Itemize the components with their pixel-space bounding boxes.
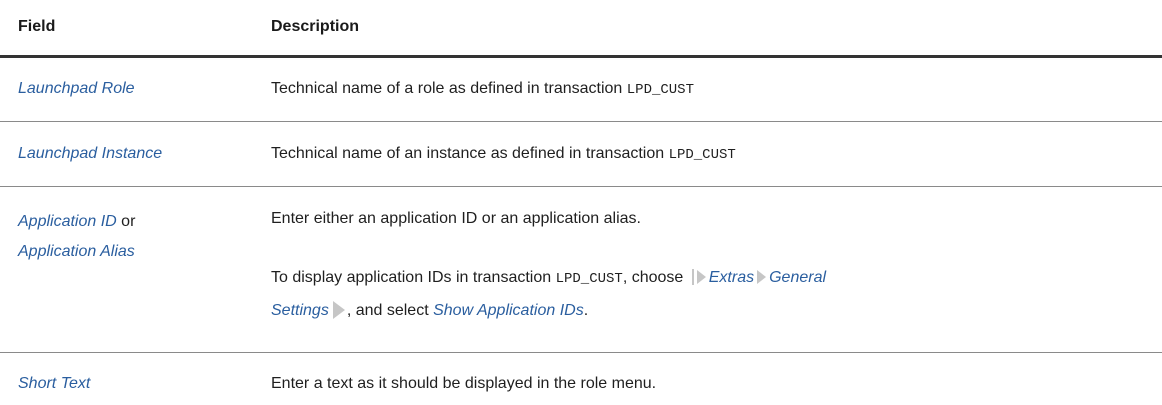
description-text: To display application IDs in transactio… [271,269,556,286]
transaction-code: LPD_CUST [626,82,694,98]
description-launchpad-instance: Technical name of an instance as defined… [271,144,736,165]
menu-item-general: General [769,269,827,286]
menu-path-end-icon [332,301,345,319]
header-description: Description [271,18,360,35]
field-short-text: Short Text [18,375,91,392]
header-field: Field [18,18,56,35]
description-launchpad-role: Technical name of a role as defined in t… [271,79,694,100]
option-show-application-ids: Show Application IDs [433,302,584,319]
row-divider [0,186,1162,187]
field-application-id-alias: Application ID or Application Alias [18,207,135,267]
transaction-code: LPD_CUST [668,147,736,163]
period: . [583,302,589,319]
transaction-code: LPD_CUST [555,271,623,287]
row-divider [0,352,1162,353]
description-application-id-line2: To display application IDs in transactio… [271,262,1111,327]
menu-item-extras: Extras [708,269,755,286]
row-divider [0,121,1162,122]
menu-path-arrow-icon [696,270,706,284]
menu-item-settings: Settings [271,302,329,319]
field-launchpad-instance: Launchpad Instance [18,145,163,162]
description-text: Technical name of a role as defined in t… [271,80,627,97]
field-launchpad-role: Launchpad Role [18,80,135,97]
description-text: , choose [622,269,688,286]
header-divider [0,55,1162,58]
menu-path-start-icon [691,269,694,285]
description-text: , and select [346,302,434,319]
description-short-text: Enter a text as it should be displayed i… [271,375,657,392]
description-text: Technical name of an instance as defined… [271,145,669,162]
description-application-id-line1: Enter either an application ID or an app… [271,210,641,227]
menu-path-arrow-icon [757,270,767,284]
field-connector: or [116,213,136,230]
field-application-alias: Application Alias [18,243,135,260]
table-header: Field Description [0,0,1162,56]
field-application-id: Application ID [18,213,117,230]
